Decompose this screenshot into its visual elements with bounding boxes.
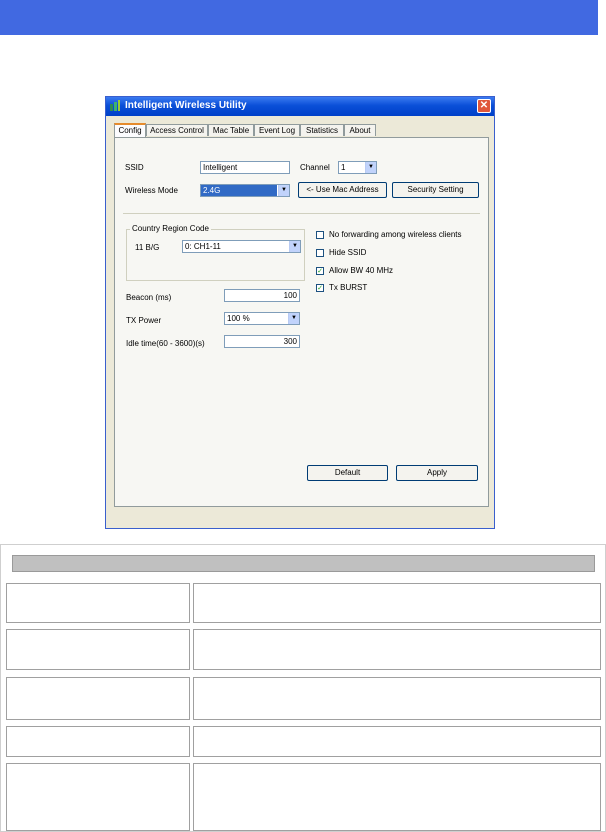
country-region-value: 0: CH1-11	[185, 242, 221, 251]
table-cell	[193, 583, 601, 623]
wireless-mode-label: Wireless Mode	[125, 186, 178, 195]
channel-value: 1	[341, 163, 346, 172]
ssid-label: SSID	[125, 163, 144, 172]
chevron-down-icon: ▼	[278, 185, 289, 196]
tx-power-select[interactable]: 100 % ▼	[224, 312, 300, 325]
idle-time-input[interactable]: 300	[224, 335, 300, 348]
table-cell	[193, 629, 601, 670]
top-banner	[0, 0, 598, 35]
separator	[123, 213, 480, 214]
table-header	[12, 555, 595, 572]
idle-time-label: Idle time(60 - 3600)(s)	[126, 339, 205, 348]
allow-bw-40-checkbox[interactable]: ✓	[316, 267, 324, 275]
tab-config[interactable]: Config	[114, 123, 146, 137]
close-icon[interactable]: ✕	[477, 99, 491, 113]
use-mac-address-button[interactable]: <- Use Mac Address	[298, 182, 387, 198]
country-region-select[interactable]: 0: CH1-11 ▼	[182, 240, 301, 253]
table-cell	[6, 763, 190, 831]
utility-window: Intelligent Wireless Utility ✕ Config Ac…	[105, 96, 495, 529]
beacon-input[interactable]: 100	[224, 289, 300, 302]
country-band-label: 11 B/G	[135, 243, 160, 252]
table-cell	[6, 629, 190, 670]
country-region-label: Country Region Code	[130, 224, 211, 233]
country-region-group: Country Region Code 11 B/G 0: CH1-11 ▼	[126, 224, 305, 281]
chevron-down-icon: ▼	[289, 241, 300, 252]
config-panel: SSID Intelligent Channel 1 ▼ Wireless Mo…	[114, 137, 489, 507]
beacon-label: Beacon (ms)	[126, 293, 172, 302]
wireless-mode-select[interactable]: 2.4G ▼	[200, 184, 290, 197]
hide-ssid-label: Hide SSID	[329, 248, 367, 257]
default-button[interactable]: Default	[307, 465, 388, 481]
tab-event-log[interactable]: Event Log	[254, 124, 300, 136]
tab-access-control[interactable]: Access Control	[146, 124, 208, 136]
channel-select[interactable]: 1 ▼	[338, 161, 377, 174]
wireless-mode-value: 2.4G	[201, 185, 277, 196]
table-cell	[193, 677, 601, 720]
security-setting-button[interactable]: Security Setting	[392, 182, 479, 198]
settings-table	[0, 544, 606, 832]
tx-power-value: 100 %	[227, 314, 250, 323]
table-cell	[6, 677, 190, 720]
table-cell	[193, 726, 601, 757]
tab-about[interactable]: About	[344, 124, 376, 136]
hide-ssid-checkbox[interactable]	[316, 249, 324, 257]
chevron-down-icon: ▼	[365, 162, 376, 173]
apply-button[interactable]: Apply	[396, 465, 478, 481]
window-title: Intelligent Wireless Utility	[125, 100, 247, 111]
title-bar[interactable]: Intelligent Wireless Utility ✕	[106, 97, 494, 116]
channel-label: Channel	[300, 163, 330, 172]
no-forwarding-label: No forwarding among wireless clients	[329, 230, 462, 239]
no-forwarding-checkbox[interactable]	[316, 231, 324, 239]
table-cell	[193, 763, 601, 831]
tab-mac-table[interactable]: Mac Table	[208, 124, 254, 136]
chevron-down-icon: ▼	[288, 313, 299, 324]
table-cell	[6, 583, 190, 623]
tab-statistics[interactable]: Statistics	[300, 124, 344, 136]
ssid-input[interactable]: Intelligent	[200, 161, 290, 174]
tx-burst-checkbox[interactable]: ✓	[316, 284, 324, 292]
app-icon	[110, 100, 120, 111]
table-cell	[6, 726, 190, 757]
allow-bw-40-label: Allow BW 40 MHz	[329, 266, 394, 275]
tx-burst-label: Tx BURST	[329, 283, 368, 292]
tx-power-label: TX Power	[126, 316, 162, 325]
